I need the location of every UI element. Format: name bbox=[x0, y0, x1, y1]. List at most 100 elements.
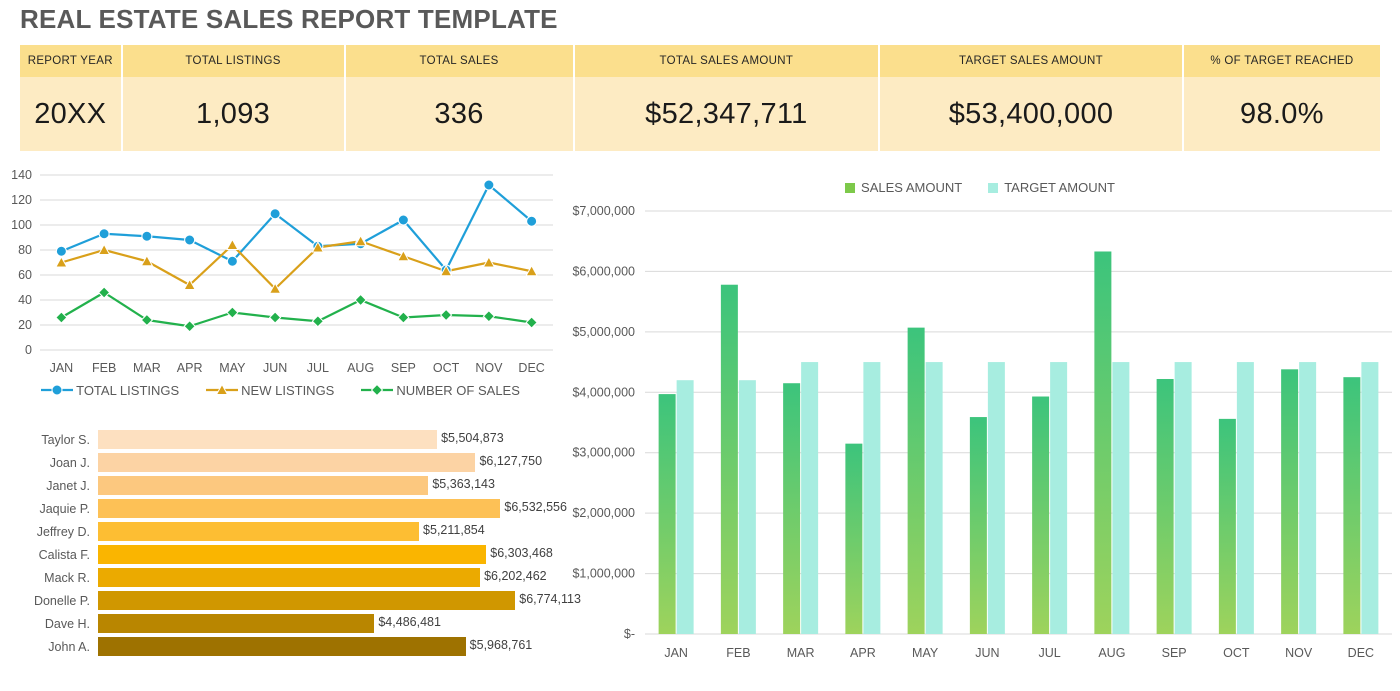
column-chart-bar bbox=[801, 362, 819, 634]
column-chart-bar bbox=[907, 327, 925, 634]
agent-sales-bar bbox=[98, 499, 501, 518]
column-chart-bar bbox=[783, 383, 801, 634]
line-chart-legend-item[interactable]: NUMBER OF SALES bbox=[360, 382, 520, 398]
summary-value-row: 20XX 1,093 336 $52,347,711 $53,400,000 9… bbox=[20, 77, 1380, 151]
line-chart-data-point bbox=[482, 255, 496, 268]
summary-value-report-year: 20XX bbox=[20, 77, 121, 151]
line-chart-y-tick-label: 100 bbox=[11, 218, 32, 232]
agent-sales-bar-track: $5,211,854 bbox=[98, 520, 560, 543]
column-chart-x-tick-label: APR bbox=[850, 646, 876, 660]
column-chart-bar bbox=[1281, 369, 1299, 634]
agent-sales-bar bbox=[98, 591, 516, 610]
agent-sales-bar bbox=[98, 637, 466, 656]
line-chart-data-point bbox=[226, 255, 238, 267]
column-chart-y-tick-label: $5,000,000 bbox=[572, 325, 635, 339]
agent-sales-bar-track: $5,968,761 bbox=[98, 635, 560, 658]
agent-name-label: Calista F. bbox=[38, 547, 90, 562]
line-chart-data-point bbox=[397, 311, 410, 324]
column-chart-x-tick-label: FEB bbox=[726, 646, 750, 660]
column-chart-bar bbox=[1361, 362, 1379, 634]
agent-sales-value-label: $6,127,750 bbox=[479, 454, 543, 468]
line-chart-data-point bbox=[269, 208, 281, 220]
line-chart-data-point bbox=[483, 179, 495, 191]
agent-name-label: Dave H. bbox=[44, 616, 90, 631]
column-chart-bar bbox=[969, 417, 987, 634]
column-chart-bar bbox=[845, 443, 863, 634]
line-chart-data-point bbox=[526, 215, 538, 227]
line-chart-x-tick-label: APR bbox=[177, 361, 203, 375]
line-chart-legend-label: NUMBER OF SALES bbox=[396, 382, 520, 398]
line-chart-x-tick-label: SEP bbox=[391, 361, 416, 375]
agent-sales-value-label: $4,486,481 bbox=[378, 615, 441, 629]
line-chart-data-point bbox=[397, 214, 409, 226]
agent-sales-bar bbox=[98, 522, 420, 541]
agent-sales-bar-track: $6,303,468 bbox=[98, 543, 560, 566]
agent-sales-bar bbox=[98, 545, 487, 564]
line-chart-legend-marker-icon bbox=[361, 383, 394, 397]
line-chart-x-tick-label: JUN bbox=[263, 361, 287, 375]
agent-sales-bar bbox=[98, 568, 481, 587]
summary-header-target-sales-amount: TARGET SALES AMOUNT bbox=[880, 45, 1182, 77]
line-chart-data-point bbox=[525, 316, 538, 329]
column-chart-legend-swatch-icon bbox=[988, 182, 999, 193]
column-chart-bar bbox=[863, 362, 881, 634]
agent-sales-bar bbox=[98, 453, 476, 472]
line-chart-data-point bbox=[268, 311, 282, 324]
agent-sales-bar-track: $5,504,873 bbox=[98, 428, 560, 451]
summary-header-pct-target-reached: % OF TARGET REACHED bbox=[1183, 45, 1380, 77]
agent-sales-bar-row: Donelle P. $6,774,113 bbox=[0, 589, 581, 612]
agent-sales-bar-row: Janet J. $5,363,143 bbox=[0, 474, 560, 497]
line-chart-series-line bbox=[60, 240, 533, 290]
column-chart-x-tick-label: AUG bbox=[1098, 646, 1125, 660]
sales-vs-target-column-chart: SALES AMOUNT TARGET AMOUNT $- $1,000,000 $2… bbox=[560, 170, 1400, 670]
line-chart-legend-item[interactable]: TOTAL LISTINGS bbox=[40, 382, 179, 398]
agent-name-label: Janet J. bbox=[46, 478, 90, 493]
line-chart-data-point bbox=[354, 293, 367, 307]
line-chart-y-tick-label: 40 bbox=[18, 293, 32, 307]
line-chart-x-tick-label: MAR bbox=[133, 361, 161, 375]
agent-sales-bar-track: $6,532,556 bbox=[98, 497, 567, 520]
line-chart-y-tick-label: 20 bbox=[18, 318, 32, 332]
line-chart-data-point bbox=[482, 310, 496, 323]
line-chart-data-point bbox=[97, 286, 111, 299]
line-chart-x-tick-label: JAN bbox=[50, 361, 74, 375]
line-chart-legend-marker-icon bbox=[41, 384, 74, 396]
agent-sales-value-label: $6,202,462 bbox=[484, 569, 547, 583]
column-chart-legend-item[interactable]: TARGET AMOUNT bbox=[988, 180, 1115, 195]
line-chart-svg: 0 20 40 60 80 100 120 140 JAN FEB MAR APR MAY JUN JUL A… bbox=[11, 168, 553, 375]
column-chart-bar bbox=[1050, 362, 1068, 634]
column-chart-y-tick-label: $- bbox=[624, 627, 635, 641]
line-chart-series-line bbox=[60, 291, 533, 328]
column-chart-bar bbox=[1112, 362, 1130, 634]
line-chart-x-tick-label: MAY bbox=[219, 361, 246, 375]
column-chart-svg: $- $1,000,000 $2,000,000 $3,000,000 $4,000,0… bbox=[572, 204, 1392, 660]
column-chart-y-tick-label: $3,000,000 bbox=[572, 446, 635, 460]
agent-sales-bar-track: $6,127,750 bbox=[98, 451, 560, 474]
line-chart-y-tick-label: 60 bbox=[18, 268, 32, 282]
column-chart-legend-item[interactable]: SALES AMOUNT bbox=[845, 180, 962, 195]
agent-sales-bar bbox=[98, 476, 429, 495]
agent-sales-bar-row: Jeffrey D. $5,211,854 bbox=[0, 520, 560, 543]
agent-sales-bar-track: $4,486,481 bbox=[98, 612, 560, 635]
listings-and-sales-line-chart: 0 20 40 60 80 100 120 140 JAN FEB MAR APR MAY JUN JUL A… bbox=[0, 165, 560, 405]
column-chart-bar bbox=[658, 394, 676, 634]
line-chart-legend: TOTAL LISTINGS NEW LISTINGS NUMBER OF SALE… bbox=[0, 382, 560, 398]
line-chart-data-point bbox=[439, 308, 453, 322]
column-chart-legend-label: TARGET AMOUNT bbox=[1004, 180, 1115, 195]
agent-name-label: John A. bbox=[48, 639, 90, 654]
agent-sales-bar-row: Calista F. $6,303,468 bbox=[0, 543, 560, 566]
line-chart-x-tick-label: FEB bbox=[92, 361, 116, 375]
column-chart-x-tick-label: JAN bbox=[664, 646, 688, 660]
line-chart-data-point bbox=[226, 238, 239, 250]
column-chart-bar bbox=[720, 284, 738, 634]
column-chart-y-tick-label: $2,000,000 bbox=[572, 506, 635, 520]
column-chart-bar bbox=[1343, 377, 1361, 634]
line-chart-data-point bbox=[141, 230, 153, 242]
line-chart-data-point bbox=[55, 245, 67, 257]
agent-sales-bar-track: $6,774,113 bbox=[98, 589, 581, 612]
sales-by-agent-bar-chart: Taylor S. $5,504,873 Joan J. $6,127,750 Jane… bbox=[0, 428, 581, 663]
summary-header-row: REPORT YEAR TOTAL LISTINGS TOTAL SALES T… bbox=[20, 45, 1380, 77]
column-chart-legend-label: SALES AMOUNT bbox=[861, 180, 963, 195]
line-chart-legend-item[interactable]: NEW LISTINGS bbox=[205, 382, 334, 398]
agent-sales-bar-track: $5,363,143 bbox=[98, 474, 560, 497]
